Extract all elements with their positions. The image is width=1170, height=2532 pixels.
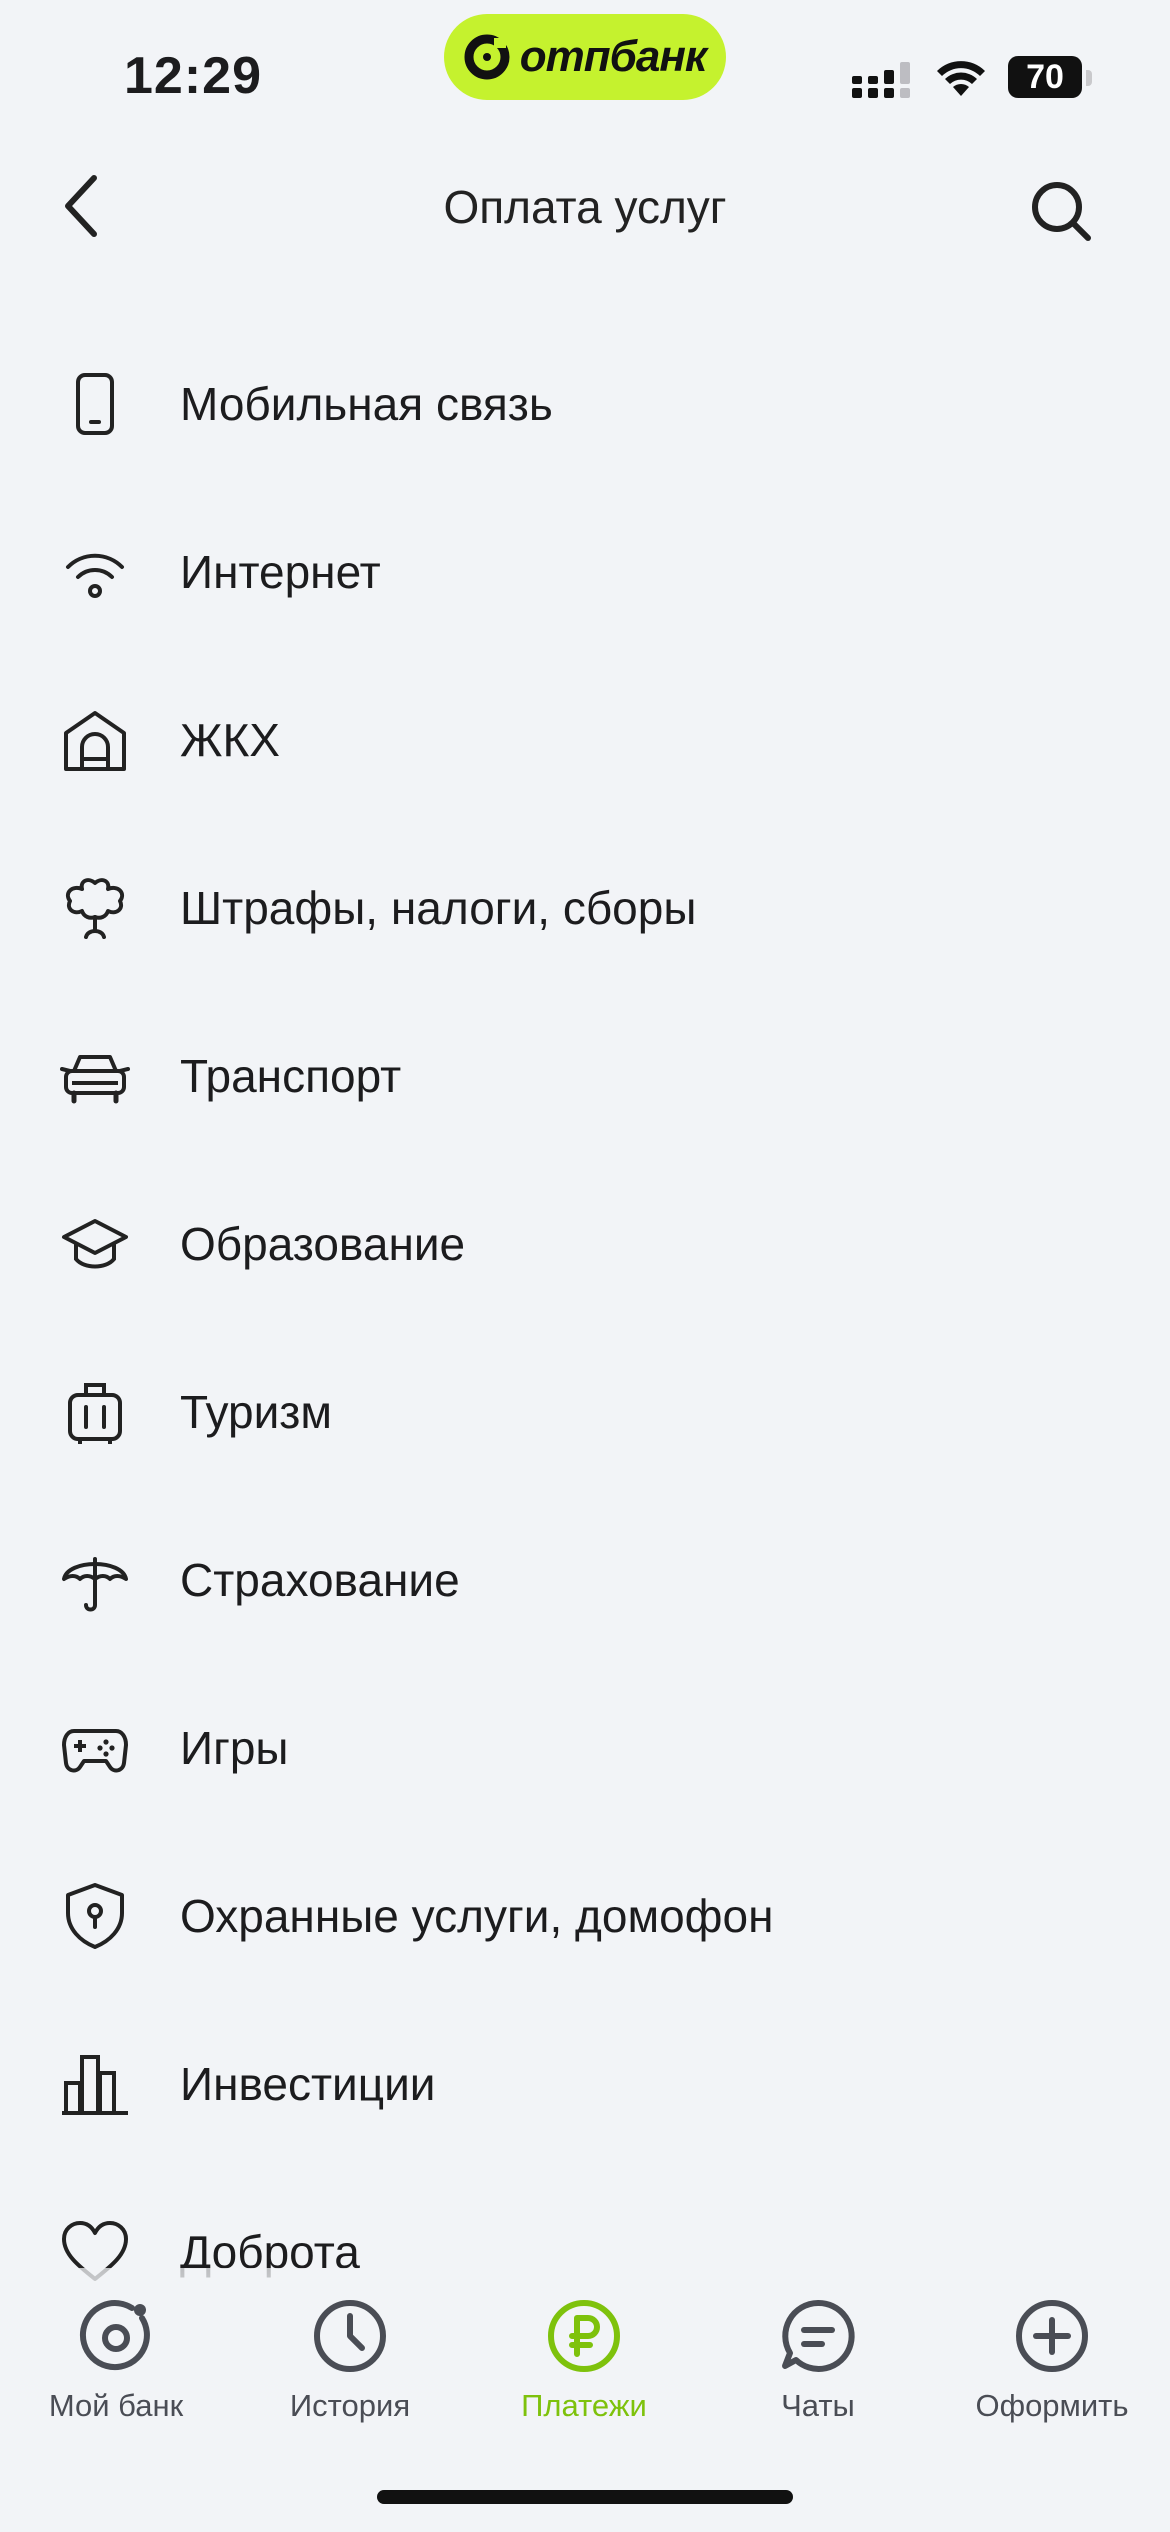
service-item-label: Инвестиции — [180, 2058, 436, 2110]
service-category-list: Мобильная связь Интернет ЖКХ Штрафы, нал… — [0, 320, 1170, 2336]
tab-label: Чаты — [781, 2388, 855, 2423]
service-item-label: Туризм — [180, 1386, 332, 1438]
wifi-status-icon — [937, 61, 985, 96]
service-item-transport[interactable]: Транспорт — [0, 992, 1170, 1160]
service-item-security[interactable]: Охранные услуги, домофон — [0, 1832, 1170, 2000]
home-indicator[interactable] — [377, 2490, 793, 2504]
tab-label: Платежи — [521, 2388, 647, 2423]
service-item-utilities[interactable]: ЖКХ — [0, 656, 1170, 824]
navigation-header: Оплата услуг — [0, 150, 1170, 270]
service-item-internet[interactable]: Интернет — [0, 488, 1170, 656]
bank-brand-pill: отпбанк — [444, 14, 726, 100]
car-icon — [60, 1041, 130, 1111]
tab-label: История — [289, 2388, 411, 2423]
umbrella-icon — [60, 1545, 130, 1615]
ruble-icon — [548, 2300, 620, 2372]
service-item-label: Интернет — [180, 546, 381, 598]
tab-apply[interactable]: Оформить — [952, 2296, 1152, 2436]
tab-label: Оформить — [975, 2388, 1129, 2423]
status-bar: 12:29 отпбанк 70 — [0, 0, 1170, 150]
emblem-icon — [60, 873, 130, 943]
service-item-label: Образование — [180, 1218, 466, 1270]
service-item-fines-taxes[interactable]: Штрафы, налоги, сборы — [0, 824, 1170, 992]
service-item-investments[interactable]: Инвестиции — [0, 2000, 1170, 2168]
service-item-label: Транспорт — [180, 1050, 402, 1102]
battery-cap — [1086, 70, 1092, 86]
tab-label: Мой банк — [48, 2388, 184, 2423]
bar-chart-icon — [60, 2049, 130, 2119]
tab-payments[interactable]: Платежи — [484, 2296, 684, 2436]
service-item-education[interactable]: Образование — [0, 1160, 1170, 1328]
clock-icon — [314, 2300, 386, 2372]
cellular-signal-icon — [852, 62, 910, 98]
mobile-phone-icon — [60, 369, 130, 439]
plus-circle-icon — [1016, 2300, 1088, 2372]
service-item-label: Страхование — [180, 1554, 460, 1606]
search-icon — [1032, 182, 1091, 241]
suitcase-icon — [60, 1377, 130, 1447]
bank-brand-name: отпбанк — [519, 32, 707, 81]
search-button[interactable] — [1022, 172, 1100, 250]
battery-indicator: 70 — [1008, 56, 1082, 98]
graduation-cap-icon — [60, 1209, 130, 1279]
wifi-icon — [60, 537, 130, 607]
tab-history[interactable]: История — [250, 2296, 450, 2436]
service-item-label: Игры — [180, 1722, 289, 1774]
otp-logo-icon — [464, 34, 510, 80]
my-bank-icon — [79, 2300, 150, 2371]
service-item-label: Штрафы, налоги, сборы — [180, 882, 697, 934]
service-item-label: Мобильная связь — [180, 378, 553, 430]
status-time: 12:29 — [124, 47, 262, 105]
service-item-label: ЖКХ — [180, 714, 280, 766]
service-item-insurance[interactable]: Страхование — [0, 1496, 1170, 1664]
service-item-label: Охранные услуги, домофон — [180, 1890, 774, 1942]
service-item-mobile[interactable]: Мобильная связь — [0, 320, 1170, 488]
tab-my-bank[interactable]: Мой банк — [16, 2296, 216, 2436]
house-icon — [60, 705, 130, 775]
service-item-tourism[interactable]: Туризм — [0, 1328, 1170, 1496]
shield-icon — [60, 1881, 130, 1951]
service-item-games[interactable]: Игры — [0, 1664, 1170, 1832]
gamepad-icon — [60, 1713, 130, 1783]
page-title: Оплата услуг — [443, 181, 727, 233]
tab-chats[interactable]: Чаты — [718, 2296, 918, 2436]
chat-icon — [782, 2299, 855, 2372]
